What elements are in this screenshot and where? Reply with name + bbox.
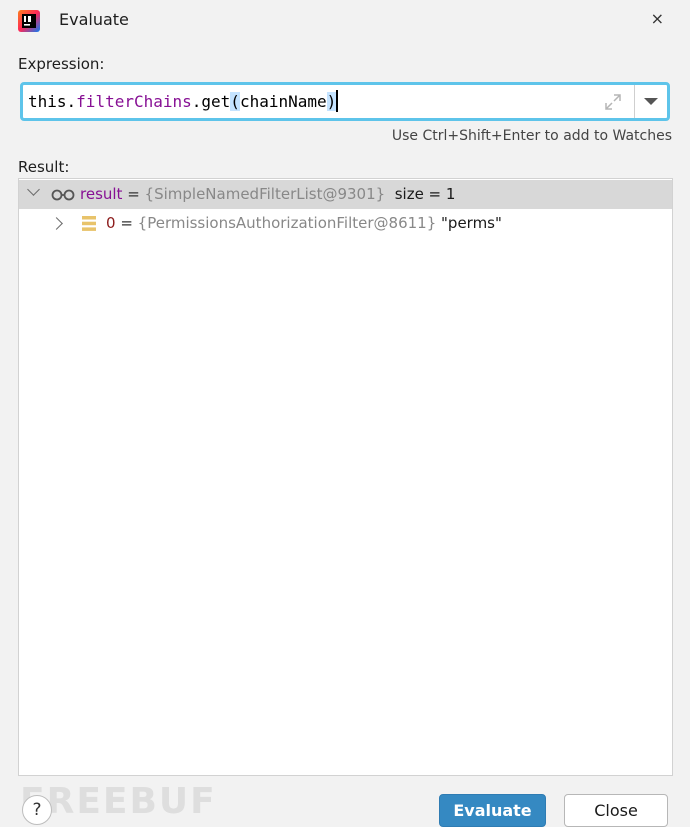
watches-hint: Use Ctrl+Shift+Enter to add to Watches	[391, 128, 672, 144]
equals-sign: =	[122, 185, 145, 203]
expr-token-method: .get	[191, 92, 231, 111]
expr-token-field: filterChains	[76, 92, 192, 111]
expression-label: Expression:	[18, 55, 105, 73]
variable-value: "perms"	[436, 214, 502, 232]
help-button[interactable]: ?	[22, 795, 52, 825]
expr-token-arg: chainName	[239, 92, 327, 111]
title-bar: Evaluate ×	[0, 0, 690, 42]
tree-row[interactable]: 0 = {PermissionsAuthorizationFilter@8611…	[19, 209, 672, 238]
tree-row-text: result = {SimpleNamedFilterList@9301} si…	[80, 185, 455, 203]
intellij-idea-icon	[18, 10, 40, 32]
tree-row-text: 0 = {PermissionsAuthorizationFilter@8611…	[106, 214, 502, 232]
chevron-down-icon[interactable]	[27, 183, 40, 196]
chevron-right-icon[interactable]	[50, 217, 63, 230]
watch-glasses-icon	[51, 189, 75, 201]
expression-field[interactable]: this.filterChains.get(chainName)	[20, 82, 670, 121]
expr-token-close-paren: )	[326, 92, 337, 111]
text-caret	[336, 90, 339, 112]
chevron-down-icon[interactable]	[644, 98, 658, 105]
result-label: Result:	[18, 158, 70, 176]
expand-icon[interactable]	[603, 92, 623, 112]
tree-row[interactable]: result = {SimpleNamedFilterList@9301} si…	[19, 180, 672, 209]
variable-name: 0	[106, 214, 116, 232]
variable-type: {SimpleNamedFilterList@9301}	[144, 185, 386, 203]
close-icon[interactable]: ×	[651, 9, 664, 28]
result-tree[interactable]: result = {SimpleNamedFilterList@9301} si…	[18, 178, 673, 776]
expr-token-this: this.	[28, 92, 77, 111]
close-button[interactable]: Close	[564, 794, 668, 827]
expression-input[interactable]: this.filterChains.get(chainName)	[28, 90, 339, 112]
dropdown-separator	[634, 85, 635, 118]
window-title: Evaluate	[59, 10, 129, 29]
variable-name: result	[80, 185, 123, 203]
variable-value: size = 1	[385, 185, 456, 203]
evaluate-button[interactable]: Evaluate	[439, 794, 546, 827]
equals-sign: =	[115, 214, 138, 232]
expr-token-open-paren: (	[230, 92, 240, 111]
variable-type: {PermissionsAuthorizationFilter@8611}	[137, 214, 437, 232]
list-element-icon	[82, 216, 96, 231]
